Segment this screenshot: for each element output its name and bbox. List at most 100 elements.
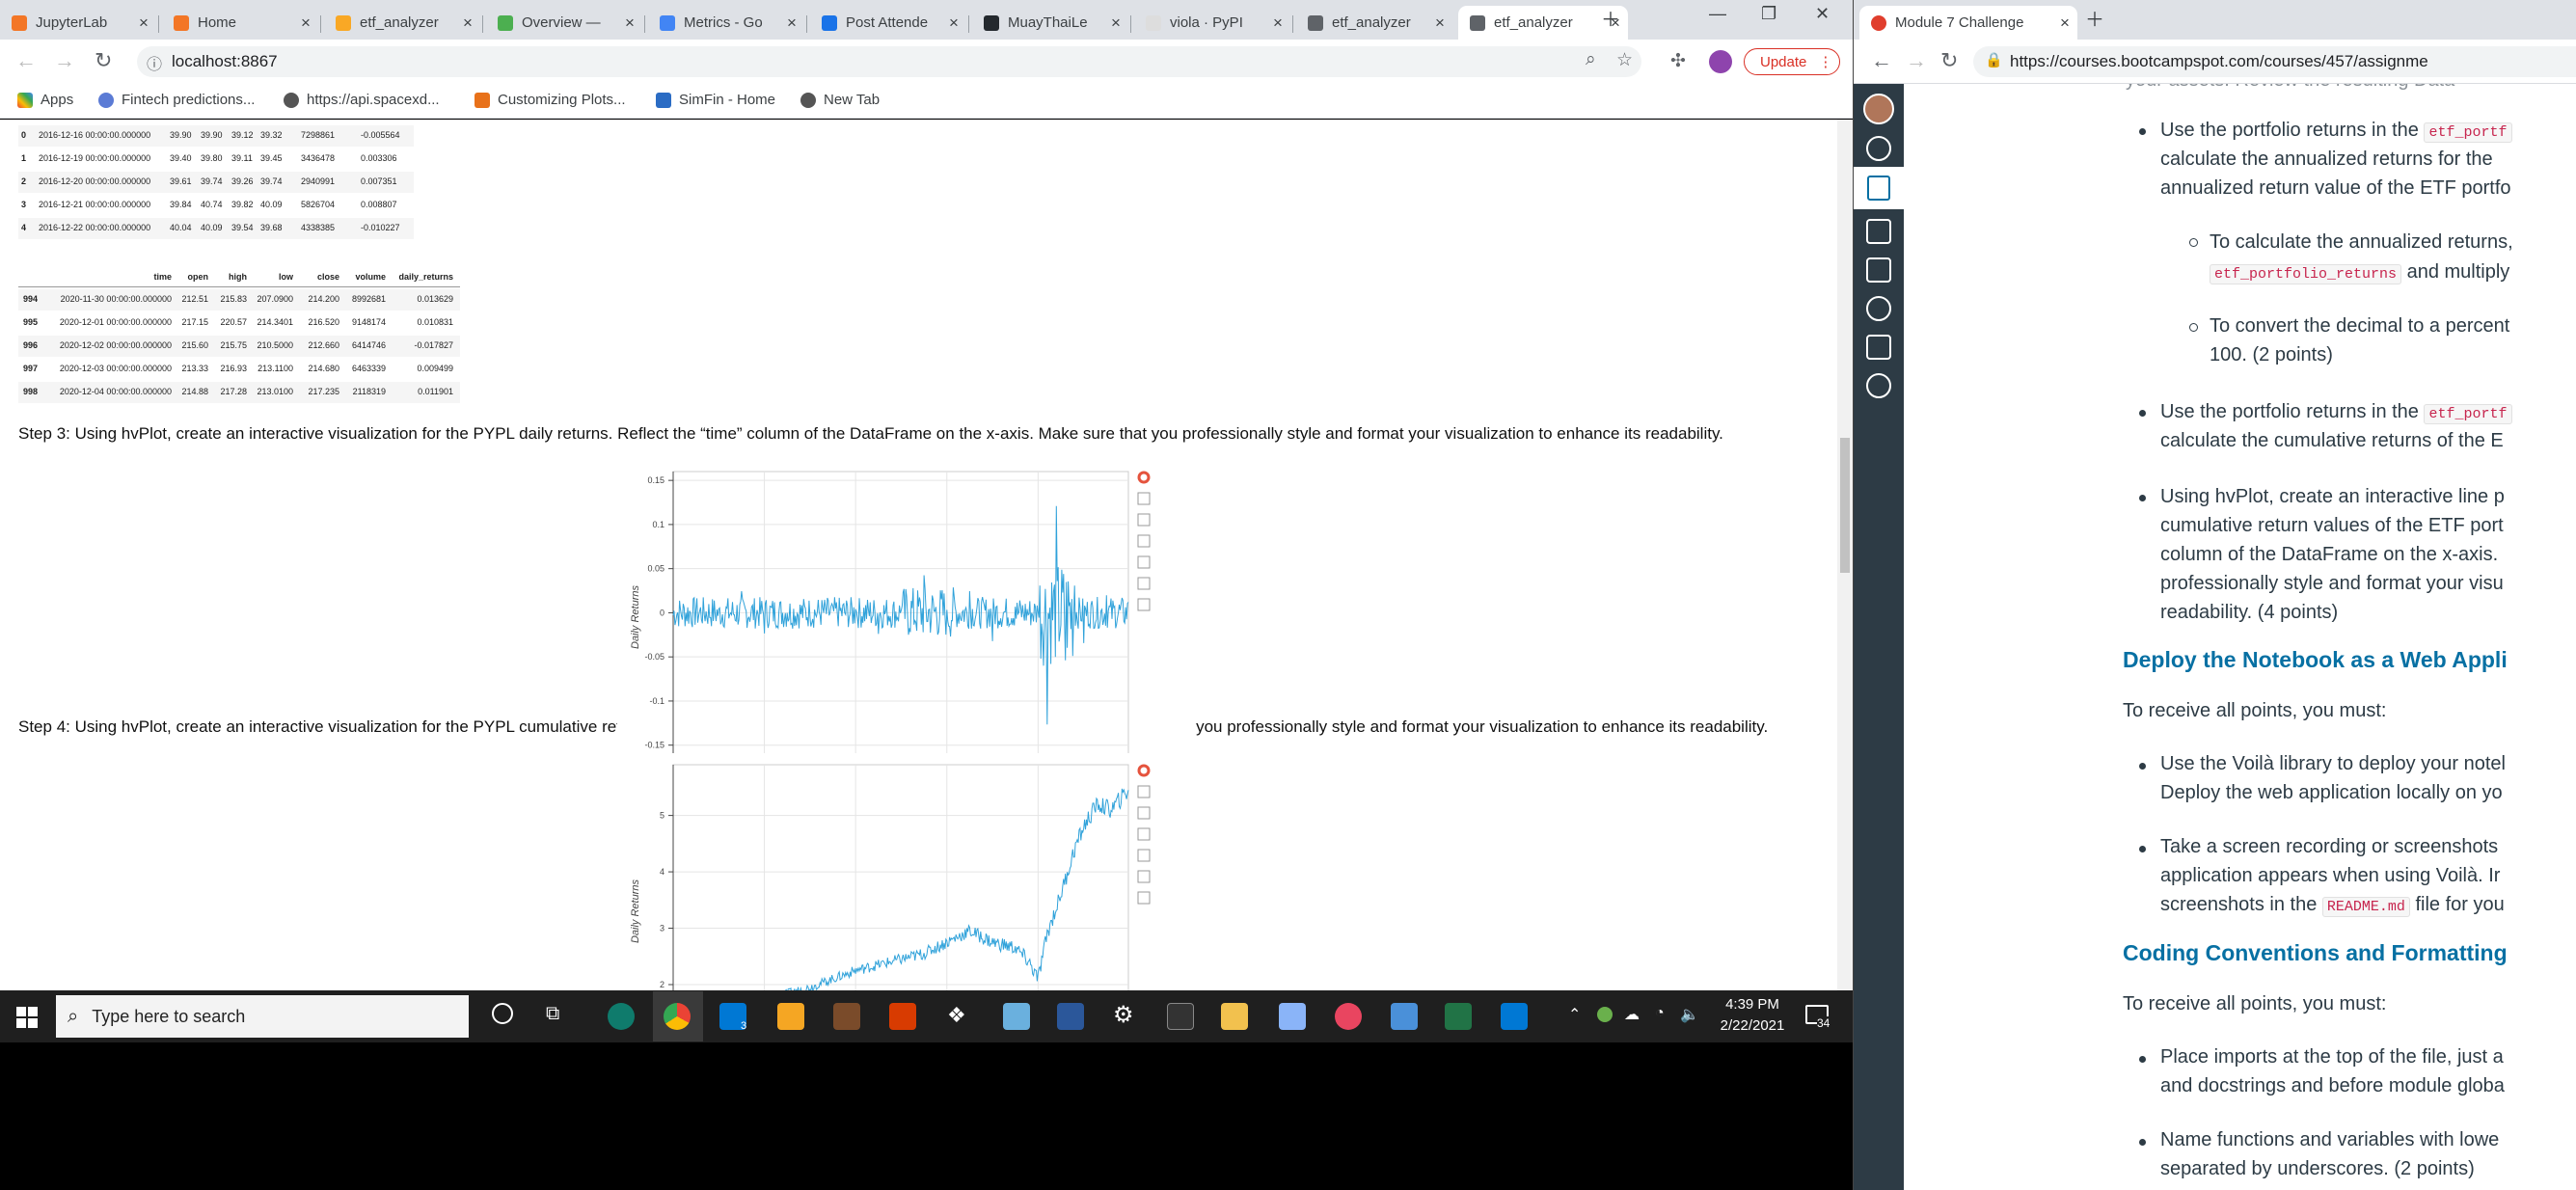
right-address-bar[interactable]: 🔒 https://courses.bootcampspot.com/cours… — [1973, 46, 2576, 77]
chrome-icon[interactable] — [664, 1003, 691, 1030]
back-icon[interactable]: ← — [1871, 48, 1892, 73]
bookmark-customizing-plots[interactable]: Customizing Plots... — [475, 92, 626, 108]
help-icon[interactable] — [1866, 373, 1891, 398]
tab-6[interactable]: Post Attende × — [810, 6, 966, 40]
bookmark-spacex[interactable]: https://api.spacexd... — [284, 92, 440, 108]
address-bar[interactable]: ⓘ localhost:8867 ⌕ ☆ — [137, 46, 1641, 77]
page-scrollbar[interactable] — [1837, 120, 1853, 990]
save-icon[interactable] — [1137, 555, 1151, 569]
tab-1[interactable]: JupyterLab × — [0, 6, 156, 40]
tab-7[interactable]: MuayThaiLe × — [972, 6, 1128, 40]
task-view-icon[interactable]: ⧉ — [546, 1003, 559, 1025]
tab-close-icon[interactable]: × — [2052, 14, 2077, 33]
tab-8[interactable]: viola · PyPI × — [1134, 6, 1290, 40]
reload-icon[interactable]: ↻ — [95, 48, 112, 73]
hover-icon[interactable] — [1137, 891, 1151, 905]
save-icon[interactable] — [1137, 849, 1151, 862]
hover-icon[interactable] — [1137, 598, 1151, 611]
tab-close-icon[interactable]: × — [1265, 14, 1290, 33]
scrollbar-thumb[interactable] — [1840, 438, 1850, 573]
tab-close-icon[interactable]: × — [617, 14, 642, 33]
new-tab-button[interactable]: ＋ — [1601, 4, 1620, 32]
settings-gear-icon[interactable]: ⚙ — [1113, 1001, 1134, 1029]
dropbox-icon[interactable]: ❖ — [947, 1003, 966, 1028]
inbox-icon[interactable] — [1866, 257, 1891, 283]
calendar-icon[interactable] — [1866, 219, 1891, 244]
dashboard-icon[interactable] — [1866, 136, 1891, 161]
reload-icon[interactable]: ↻ — [1940, 48, 1958, 73]
tab-close-icon[interactable]: × — [779, 14, 804, 33]
notepad-icon[interactable] — [1003, 1003, 1030, 1030]
onedrive-icon[interactable]: ☁ — [1624, 1005, 1640, 1024]
user-avatar[interactable] — [1863, 94, 1894, 124]
wheel-zoom-icon[interactable] — [1137, 827, 1151, 841]
app-icon[interactable] — [1335, 1003, 1362, 1030]
file-explorer-icon[interactable] — [1221, 1003, 1248, 1030]
bokeh-logo-icon[interactable] — [1137, 764, 1151, 777]
tab-4[interactable]: Overview — × — [486, 6, 642, 40]
bookmark-simfin[interactable]: SimFin - Home — [656, 92, 775, 108]
history-icon[interactable] — [1866, 296, 1891, 321]
courses-nav-active[interactable] — [1854, 167, 1904, 209]
tab-9[interactable]: etf_analyzer × — [1296, 6, 1452, 40]
url-text[interactable]: https://courses.bootcampspot.com/courses… — [2010, 52, 2428, 71]
reset-icon[interactable] — [1137, 577, 1151, 590]
office-icon[interactable] — [889, 1003, 916, 1030]
new-tab-button[interactable]: ＋ — [2085, 4, 2104, 32]
wheel-zoom-icon[interactable] — [1137, 534, 1151, 548]
forward-icon[interactable]: → — [54, 48, 75, 73]
tray-expand-icon[interactable]: ⌃ — [1568, 1005, 1581, 1024]
forward-icon[interactable]: → — [1906, 48, 1927, 73]
tab-close-icon[interactable]: × — [293, 14, 318, 33]
close-window-button[interactable]: ✕ — [1815, 4, 1830, 24]
terminal-icon[interactable] — [1167, 1003, 1194, 1030]
pan-icon[interactable] — [1137, 492, 1151, 505]
plot-area[interactable] — [672, 764, 1129, 990]
word-icon[interactable] — [1057, 1003, 1084, 1030]
zoom-search-icon[interactable]: ⌕ — [1586, 49, 1596, 70]
box-zoom-icon[interactable] — [1137, 513, 1151, 527]
tab-close-icon[interactable]: × — [1103, 14, 1128, 33]
edge-icon[interactable] — [608, 1003, 635, 1030]
clock-time[interactable]: 4:39 PM — [1719, 996, 1786, 1013]
tab-2[interactable]: Home × — [162, 6, 318, 40]
tab-close-icon[interactable]: × — [941, 14, 966, 33]
cortana-icon[interactable] — [492, 1003, 513, 1024]
volume-icon[interactable]: 🔈 — [1680, 1005, 1699, 1024]
minimize-button[interactable]: — — [1709, 4, 1726, 24]
extensions-icon[interactable]: ✣ — [1670, 50, 1686, 72]
profile-avatar[interactable] — [1709, 50, 1732, 73]
studio-icon[interactable] — [1866, 335, 1891, 360]
bookmark-new-tab[interactable]: New Tab — [800, 92, 880, 108]
camera-icon[interactable] — [1279, 1003, 1306, 1030]
tab-close-icon[interactable]: × — [455, 14, 480, 33]
box-zoom-icon[interactable] — [1137, 806, 1151, 820]
cumulative-returns-plot[interactable]: 020040060080054321TimeDaily Returns — [617, 753, 1196, 990]
cumulative-returns-chart-svg[interactable]: 020040060080054321TimeDaily Returns — [617, 753, 1196, 990]
photos-icon[interactable] — [1391, 1003, 1418, 1030]
maximize-button[interactable]: ❐ — [1761, 4, 1776, 24]
tab-3[interactable]: etf_analyzer × — [324, 6, 480, 40]
clock-date[interactable]: 2/22/2021 — [1713, 1017, 1792, 1034]
url-text[interactable]: localhost:8867 — [172, 52, 278, 71]
store-icon[interactable] — [777, 1003, 804, 1030]
taskbar-search-box[interactable]: ⌕ Type here to search — [56, 995, 469, 1038]
back-icon[interactable]: ← — [15, 48, 37, 73]
plot-area[interactable] — [672, 471, 1129, 764]
excel-icon[interactable] — [1445, 1003, 1472, 1030]
windows-start-icon[interactable] — [16, 1007, 38, 1033]
app-icon[interactable] — [833, 1003, 860, 1030]
update-button[interactable]: Update ⋮ — [1744, 48, 1840, 75]
reset-icon[interactable] — [1137, 870, 1151, 883]
bookmark-apps[interactable]: Apps — [17, 92, 73, 108]
vscode-icon[interactable] — [1501, 1003, 1528, 1030]
tab-close-icon[interactable]: × — [1427, 14, 1452, 33]
star-icon[interactable]: ☆ — [1616, 49, 1633, 71]
info-icon[interactable]: ⓘ — [147, 51, 162, 74]
bokeh-logo-icon[interactable] — [1137, 471, 1151, 484]
tab-module7[interactable]: Module 7 Challenge × — [1859, 6, 2077, 40]
network-icon[interactable]: ◔ — [1655, 1005, 1665, 1022]
tray-app-icon[interactable] — [1597, 1007, 1613, 1022]
tab-5[interactable]: Metrics - Go × — [648, 6, 804, 40]
tab-close-icon[interactable]: × — [131, 14, 156, 33]
